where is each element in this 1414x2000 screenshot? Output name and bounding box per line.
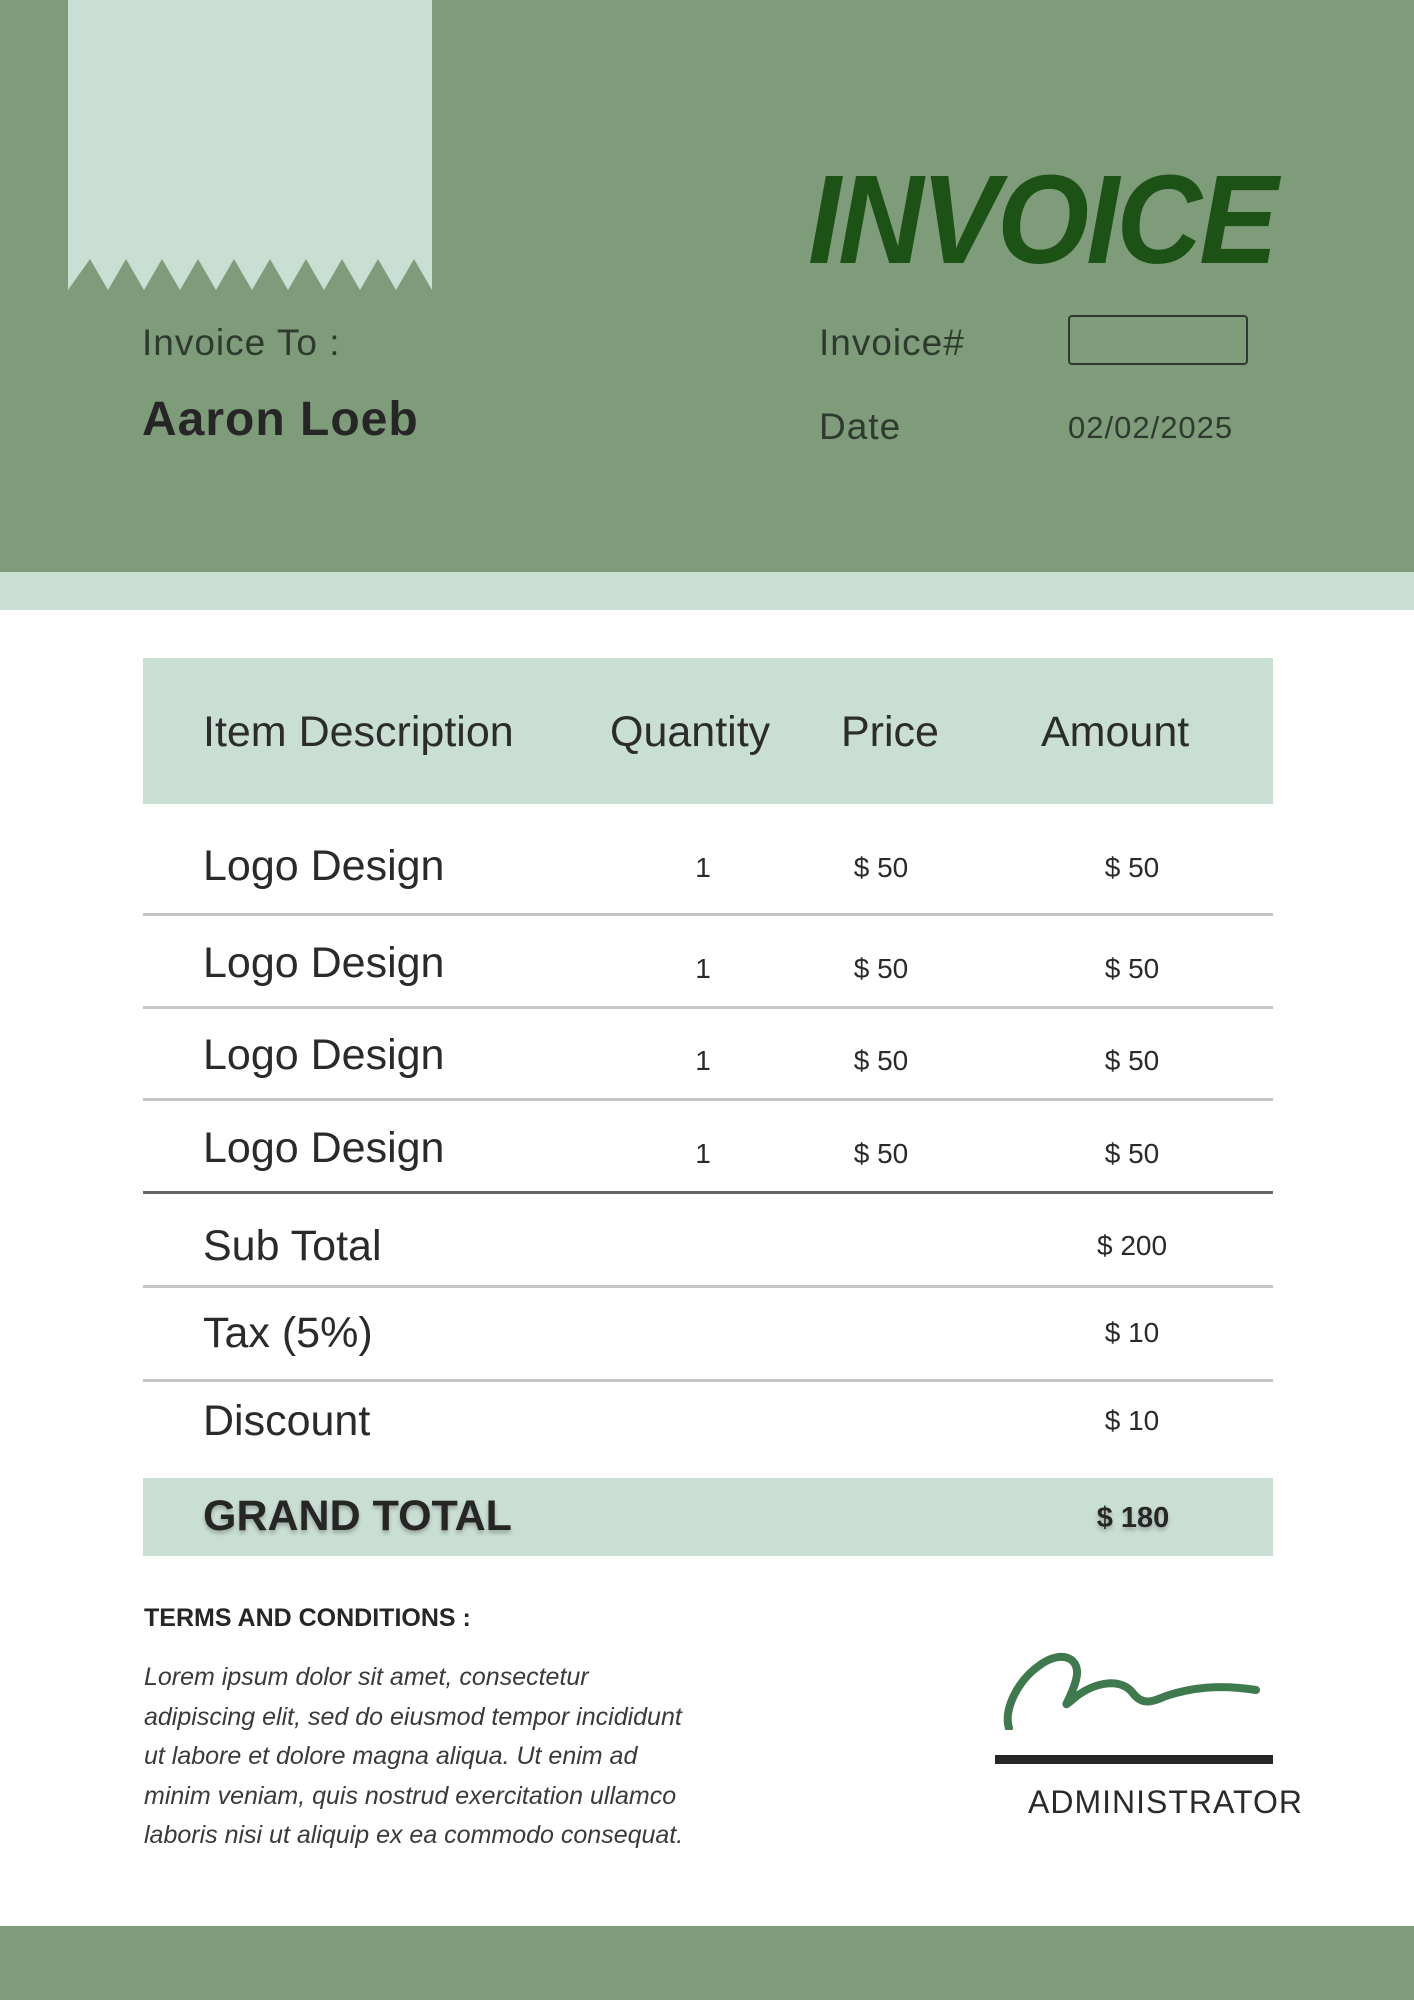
row-divider xyxy=(143,1098,1273,1101)
row-divider xyxy=(143,1006,1273,1009)
item-quantity: 1 xyxy=(695,852,711,883)
row-divider xyxy=(143,1285,1273,1288)
tax-value: $ 10 xyxy=(1104,1317,1160,1348)
grand-total-row: GRAND TOTAL $ 180 xyxy=(143,1478,1273,1556)
date-label: Date xyxy=(819,406,902,447)
column-header-description: Item Description xyxy=(203,708,514,756)
item-price: $ 50 xyxy=(853,1045,909,1076)
signature-scribble xyxy=(1003,1652,1260,1730)
item-price: $ 50 xyxy=(853,953,909,984)
item-amount: $ 50 xyxy=(1104,1138,1160,1169)
item-description: Logo Design xyxy=(203,1031,445,1079)
column-header-quantity: Quantity xyxy=(610,708,771,756)
item-quantity: 1 xyxy=(695,1045,711,1076)
item-quantity: 1 xyxy=(695,1138,711,1169)
subtotal-value: $ 200 xyxy=(1096,1230,1168,1261)
invoice-title: INVOICE xyxy=(808,149,1278,290)
item-description: Logo Design xyxy=(203,842,445,890)
date-value: 02/02/2025 xyxy=(1068,410,1234,445)
item-quantity: 1 xyxy=(695,953,711,984)
items-end-divider xyxy=(143,1191,1273,1194)
item-description: Logo Design xyxy=(203,939,445,987)
table-header: Item Description Quantity Price Amount xyxy=(143,658,1273,804)
terms-title: TERMS AND CONDITIONS : xyxy=(144,1604,471,1632)
row-divider xyxy=(143,913,1273,916)
item-amount: $ 50 xyxy=(1104,953,1160,984)
item-description: Logo Design xyxy=(203,1124,445,1172)
client-name: Aaron Loeb xyxy=(142,393,419,446)
tax-label: Tax (5%) xyxy=(203,1309,373,1357)
grand-total-label: GRAND TOTAL xyxy=(203,1492,512,1540)
column-header-amount: Amount xyxy=(1041,708,1190,756)
item-price: $ 50 xyxy=(853,1138,909,1169)
item-amount: $ 50 xyxy=(1104,852,1160,883)
item-price: $ 50 xyxy=(853,852,909,883)
invoice-number-label: Invoice# xyxy=(819,322,965,363)
accent-band xyxy=(0,572,1414,610)
signature-name: ADMINISTRATOR xyxy=(1028,1784,1303,1820)
subtotal-label: Sub Total xyxy=(203,1222,382,1270)
invoice-to-label: Invoice To : xyxy=(142,322,341,363)
invoice-number-box xyxy=(1068,315,1248,365)
discount-label: Discount xyxy=(203,1397,371,1445)
column-header-price: Price xyxy=(841,708,939,756)
item-amount: $ 50 xyxy=(1104,1045,1160,1076)
terms-body: Lorem ipsum dolor sit amet, consectetur … xyxy=(144,1663,684,1849)
row-divider xyxy=(143,1379,1273,1382)
decorative-tag xyxy=(68,0,432,290)
footer-band xyxy=(0,1926,1414,2000)
discount-value: $ 10 xyxy=(1104,1405,1160,1436)
signature-line xyxy=(995,1755,1273,1764)
grand-total-value: $ 180 xyxy=(1096,1502,1170,1534)
